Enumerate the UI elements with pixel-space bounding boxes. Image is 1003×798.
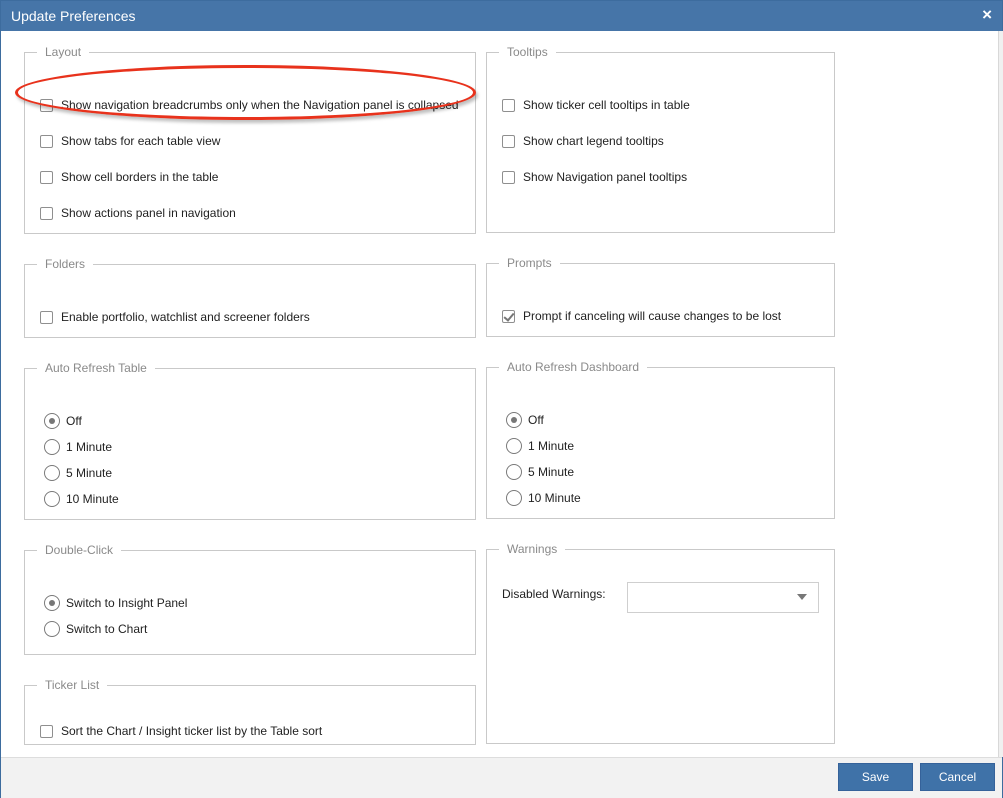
chevron-down-icon[interactable] [797, 594, 807, 600]
dialog-footer: Save Cancel [1, 757, 1002, 798]
disabled-warnings-dropdown[interactable] [627, 582, 819, 613]
radio-dashboard-1-minute[interactable]: 1 Minute [506, 438, 574, 454]
radio[interactable] [44, 491, 60, 507]
warnings-group: Warnings Disabled Warnings: [486, 542, 835, 744]
radio-selected[interactable] [44, 413, 60, 429]
auto-refresh-table-legend: Auto Refresh Table [45, 361, 147, 375]
warnings-legend: Warnings [507, 542, 558, 556]
checkbox[interactable] [502, 134, 515, 148]
option-actions-panel[interactable]: Show actions panel in navigation [40, 205, 236, 221]
option-label: Switch to Insight Panel [66, 596, 188, 610]
option-label: 10 Minute [66, 492, 119, 506]
tooltips-legend: Tooltips [507, 45, 548, 59]
scrollbar[interactable] [998, 31, 1003, 757]
option-ticker-cell-tooltips[interactable]: Show ticker cell tooltips in table [502, 97, 690, 113]
checkbox[interactable] [502, 98, 515, 112]
option-label: Off [66, 414, 82, 428]
option-label: Show navigation breadcrumbs only when th… [61, 98, 459, 112]
folders-group: Folders Enable portfolio, watchlist and … [24, 257, 476, 338]
auto-refresh-dashboard-legend: Auto Refresh Dashboard [507, 360, 640, 374]
radio-table-1-minute[interactable]: 1 Minute [44, 439, 112, 455]
folders-legend: Folders [45, 257, 86, 271]
checkbox[interactable] [40, 134, 53, 148]
option-label: 5 Minute [66, 466, 113, 480]
radio[interactable] [44, 465, 60, 481]
preferences-dialog: Update Preferences × Layout Show navigat… [0, 0, 1003, 798]
option-navigation-tooltips[interactable]: Show Navigation panel tooltips [502, 169, 687, 185]
radio-chart[interactable]: Switch to Chart [44, 621, 147, 637]
close-icon[interactable]: × [982, 6, 992, 24]
radio-dashboard-10-minute[interactable]: 10 Minute [506, 490, 581, 506]
checkbox[interactable] [40, 310, 53, 324]
option-label: Show tabs for each table view [61, 134, 221, 148]
radio[interactable] [44, 439, 60, 455]
option-cell-borders[interactable]: Show cell borders in the table [40, 169, 218, 185]
auto-refresh-dashboard-group: Auto Refresh Dashboard Off 1 Minute 5 Mi… [486, 360, 835, 519]
checkbox-checked[interactable] [502, 309, 515, 323]
radio-dashboard-5-minute[interactable]: 5 Minute [506, 464, 574, 480]
option-label: Off [528, 413, 544, 427]
option-label: Switch to Chart [66, 622, 148, 636]
tooltips-group: Tooltips Show ticker cell tooltips in ta… [486, 45, 835, 233]
option-label: 1 Minute [528, 439, 575, 453]
radio[interactable] [506, 490, 522, 506]
option-label: Prompt if canceling will cause changes t… [523, 309, 782, 323]
radio-table-off[interactable]: Off [44, 413, 82, 429]
cancel-button[interactable]: Cancel [920, 763, 995, 791]
dialog-titlebar: Update Preferences × [1, 1, 1002, 31]
option-sort-ticker-list[interactable]: Sort the Chart / Insight ticker list by … [40, 723, 322, 739]
radio-insight-panel[interactable]: Switch to Insight Panel [44, 595, 187, 611]
radio-selected[interactable] [44, 595, 60, 611]
radio-table-5-minute[interactable]: 5 Minute [44, 465, 112, 481]
option-label: 10 Minute [528, 491, 581, 505]
layout-group: Layout Show navigation breadcrumbs only … [24, 45, 476, 234]
radio-selected[interactable] [506, 412, 522, 428]
option-prompt-cancel[interactable]: Prompt if canceling will cause changes t… [502, 308, 781, 324]
option-label: Show cell borders in the table [61, 170, 219, 184]
option-label: 5 Minute [528, 465, 575, 479]
option-label: Show ticker cell tooltips in table [523, 98, 690, 112]
prompts-group: Prompts Prompt if canceling will cause c… [486, 256, 835, 337]
option-label: Show chart legend tooltips [523, 134, 664, 148]
ticker-list-group: Ticker List Sort the Chart / Insight tic… [24, 678, 476, 745]
option-label: 1 Minute [66, 440, 113, 454]
ticker-list-legend: Ticker List [45, 678, 100, 692]
option-tabs-per-view[interactable]: Show tabs for each table view [40, 133, 220, 149]
layout-legend: Layout [45, 45, 82, 59]
double-click-legend: Double-Click [45, 543, 114, 557]
radio-dashboard-off[interactable]: Off [506, 412, 544, 428]
option-label: Show Navigation panel tooltips [523, 170, 688, 184]
radio[interactable] [506, 438, 522, 454]
option-label: Enable portfolio, watchlist and screener… [61, 310, 310, 324]
option-chart-legend-tooltips[interactable]: Show chart legend tooltips [502, 133, 664, 149]
option-breadcrumbs-collapsed[interactable]: Show navigation breadcrumbs only when th… [40, 97, 459, 113]
radio-table-10-minute[interactable]: 10 Minute [44, 491, 119, 507]
prompts-legend: Prompts [507, 256, 552, 270]
option-label: Sort the Chart / Insight ticker list by … [61, 724, 323, 738]
radio[interactable] [506, 464, 522, 480]
radio[interactable] [44, 621, 60, 637]
double-click-group: Double-Click Switch to Insight Panel Swi… [24, 543, 476, 655]
disabled-warnings-label: Disabled Warnings: [502, 587, 606, 601]
auto-refresh-table-group: Auto Refresh Table Off 1 Minute 5 Minute… [24, 361, 476, 520]
checkbox[interactable] [502, 170, 515, 184]
option-label: Show actions panel in navigation [61, 206, 236, 220]
save-button[interactable]: Save [838, 763, 913, 791]
checkbox[interactable] [40, 170, 53, 184]
checkbox[interactable] [40, 724, 53, 738]
checkbox[interactable] [40, 206, 53, 220]
checkbox[interactable] [40, 98, 53, 112]
dialog-title: Update Preferences [11, 8, 136, 24]
option-enable-folders[interactable]: Enable portfolio, watchlist and screener… [40, 309, 310, 325]
